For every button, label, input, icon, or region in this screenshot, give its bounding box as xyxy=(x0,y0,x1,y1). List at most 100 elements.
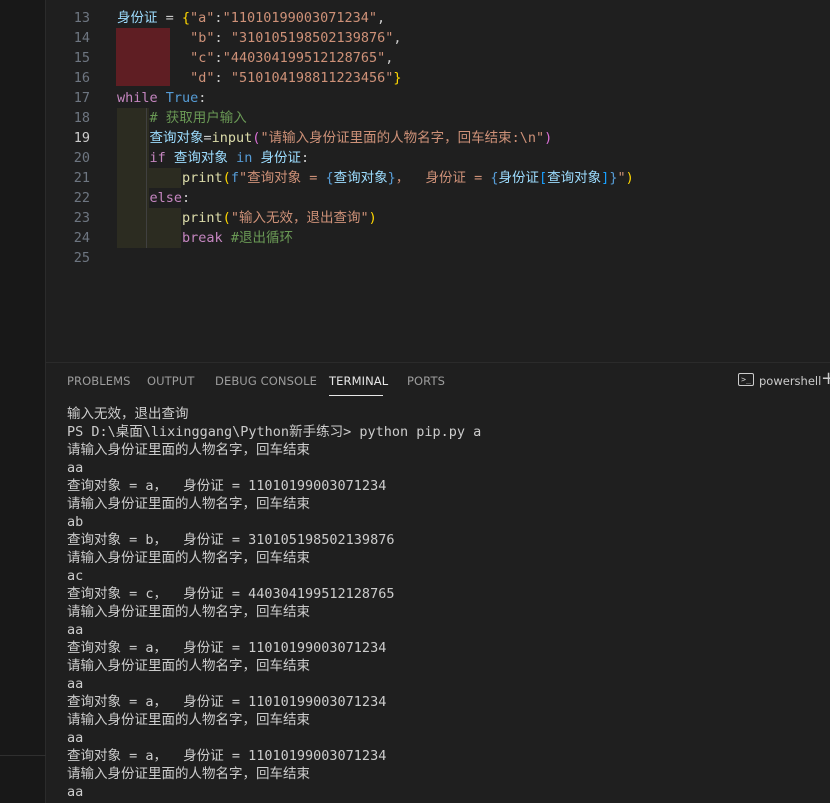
code-token: { xyxy=(490,170,499,186)
line-number: 15 xyxy=(73,50,90,66)
code-token: input xyxy=(211,130,253,146)
code-token: in xyxy=(236,150,253,166)
terminal-line: 查询对象 = a， 身份证 = 11010199003071234 xyxy=(67,748,387,764)
code-token: "440304199512128765" xyxy=(222,50,386,66)
code-token: ( xyxy=(222,210,231,226)
code-token: ) xyxy=(625,170,634,186)
code-token: 查询对象 xyxy=(333,170,388,186)
code-text: 身份证 = {"a":"11010199003071234", xyxy=(117,8,385,28)
line-number: 19 xyxy=(73,130,90,146)
code-token: : xyxy=(300,150,310,166)
code-line[interactable]: 19 查询对象=input("请输入身份证里面的人物名字，回车结束:\n") xyxy=(46,128,830,148)
code-token: } xyxy=(387,170,396,186)
code-token: 查询对象 xyxy=(149,130,204,146)
line-number: 20 xyxy=(73,150,90,166)
code-line[interactable]: 15 "c":"440304199512128765", xyxy=(46,48,830,68)
line-number: 18 xyxy=(73,110,90,126)
line-number: 16 xyxy=(73,70,90,86)
terminal-shell-label[interactable]: powershell xyxy=(759,374,821,388)
code-token: "510104198811223456" xyxy=(230,70,394,86)
terminal-output[interactable]: 输入无效，退出查询 PS D:\桌面\lixinggang\Python新手练习>… xyxy=(46,399,830,803)
code-token: "a" xyxy=(190,10,215,26)
code-text: break #退出循环 xyxy=(117,228,293,248)
code-token: : xyxy=(182,190,191,206)
code-token: else xyxy=(149,190,183,206)
terminal-line: 请输入身份证里面的人物名字，回车结束 xyxy=(67,766,310,782)
code-token: 查询对象 xyxy=(173,150,228,166)
line-number: 25 xyxy=(73,250,90,266)
tab-debug-console[interactable]: DEBUG CONSOLE xyxy=(215,374,317,388)
terminal-line: aa xyxy=(67,622,84,638)
line-number: 13 xyxy=(73,10,90,26)
code-line[interactable]: 14 "b": "310105198502139876", xyxy=(46,28,830,48)
code-text: else: xyxy=(117,188,191,208)
code-token: 身份证 xyxy=(498,170,540,186)
active-tab-indicator xyxy=(329,395,383,396)
code-line[interactable]: 21 print(f"查询对象 = {查询对象}， 身份证 = {身份证[查询对… xyxy=(46,168,830,188)
code-text: print(f"查询对象 = {查询对象}， 身份证 = {身份证[查询对象]}… xyxy=(117,168,634,188)
code-line[interactable]: 13 身份证 = {"a":"11010199003071234", xyxy=(46,8,830,28)
code-token: ) xyxy=(368,210,377,226)
activity-bar xyxy=(0,0,46,803)
code-token: "b" xyxy=(190,30,215,46)
line-number: 22 xyxy=(73,190,90,206)
code-token: = xyxy=(157,10,182,26)
code-token: #退出循环 xyxy=(230,230,293,246)
tab-output[interactable]: OUTPUT xyxy=(147,374,194,388)
code-line[interactable]: 17 while True: xyxy=(46,88,830,108)
code-token: while xyxy=(117,90,158,106)
code-token: # 获取用户输入 xyxy=(149,110,247,126)
code-text: print("输入无效，退出查询") xyxy=(117,208,377,228)
code-line[interactable]: 25 xyxy=(46,248,830,268)
code-line[interactable]: 20 if 查询对象 in 身份证: xyxy=(46,148,830,168)
terminal-shell-icon[interactable]: >_ xyxy=(738,373,754,386)
code-editor[interactable]: 13 身份证 = {"a":"11010199003071234", 14 "b":… xyxy=(46,0,830,362)
code-token: 身份证 xyxy=(260,150,301,166)
terminal-line: aa xyxy=(67,784,84,800)
code-token: ) xyxy=(544,130,553,146)
terminal-line: ab xyxy=(67,514,84,530)
code-text: # 获取用户输入 xyxy=(117,108,247,128)
code-text: if 查询对象 in 身份证: xyxy=(117,148,310,168)
terminal-line: 请输入身份证里面的人物名字，回车结束 xyxy=(67,496,310,512)
tab-problems[interactable]: PROBLEMS xyxy=(67,374,131,388)
code-token: } xyxy=(393,70,402,86)
code-line[interactable]: 22 else: xyxy=(46,188,830,208)
new-terminal-icon[interactable]: + xyxy=(821,368,830,389)
code-token: "11010199003071234" xyxy=(222,10,377,26)
code-token: "输入无效，退出查询" xyxy=(230,210,369,226)
code-token: { xyxy=(325,170,334,186)
code-token: "c" xyxy=(190,50,215,66)
activity-divider xyxy=(0,755,46,756)
code-token: : xyxy=(214,50,223,66)
code-line[interactable]: 18 # 获取用户输入 xyxy=(46,108,830,128)
code-token: f xyxy=(230,170,239,186)
code-line[interactable]: 24 break #退出循环 xyxy=(46,228,830,248)
line-number: 21 xyxy=(73,170,90,186)
tab-ports[interactable]: PORTS xyxy=(407,374,445,388)
code-token: print xyxy=(182,210,223,226)
code-line[interactable]: 23 print("输入无效，退出查询") xyxy=(46,208,830,228)
terminal-line: aa xyxy=(67,676,84,692)
code-line[interactable]: 16 "d": "510104198811223456"} xyxy=(46,68,830,88)
code-token: True xyxy=(165,90,199,106)
terminal-line: ac xyxy=(67,568,84,584)
code-token: "查询对象 = xyxy=(238,170,326,186)
code-token: : xyxy=(214,70,231,86)
code-token: 查询对象 xyxy=(547,170,602,186)
code-token: ， 身份证 = xyxy=(395,170,491,186)
code-text: "b": "310105198502139876", xyxy=(117,28,401,48)
tab-terminal[interactable]: TERMINAL xyxy=(329,374,388,388)
code-token: "310105198502139876" xyxy=(230,30,394,46)
terminal-line: 查询对象 = a， 身份证 = 11010199003071234 xyxy=(67,478,387,494)
panel-tab-bar: PROBLEMS OUTPUT DEBUG CONSOLE TERMINAL P… xyxy=(46,363,830,399)
code-token: ( xyxy=(222,170,231,186)
